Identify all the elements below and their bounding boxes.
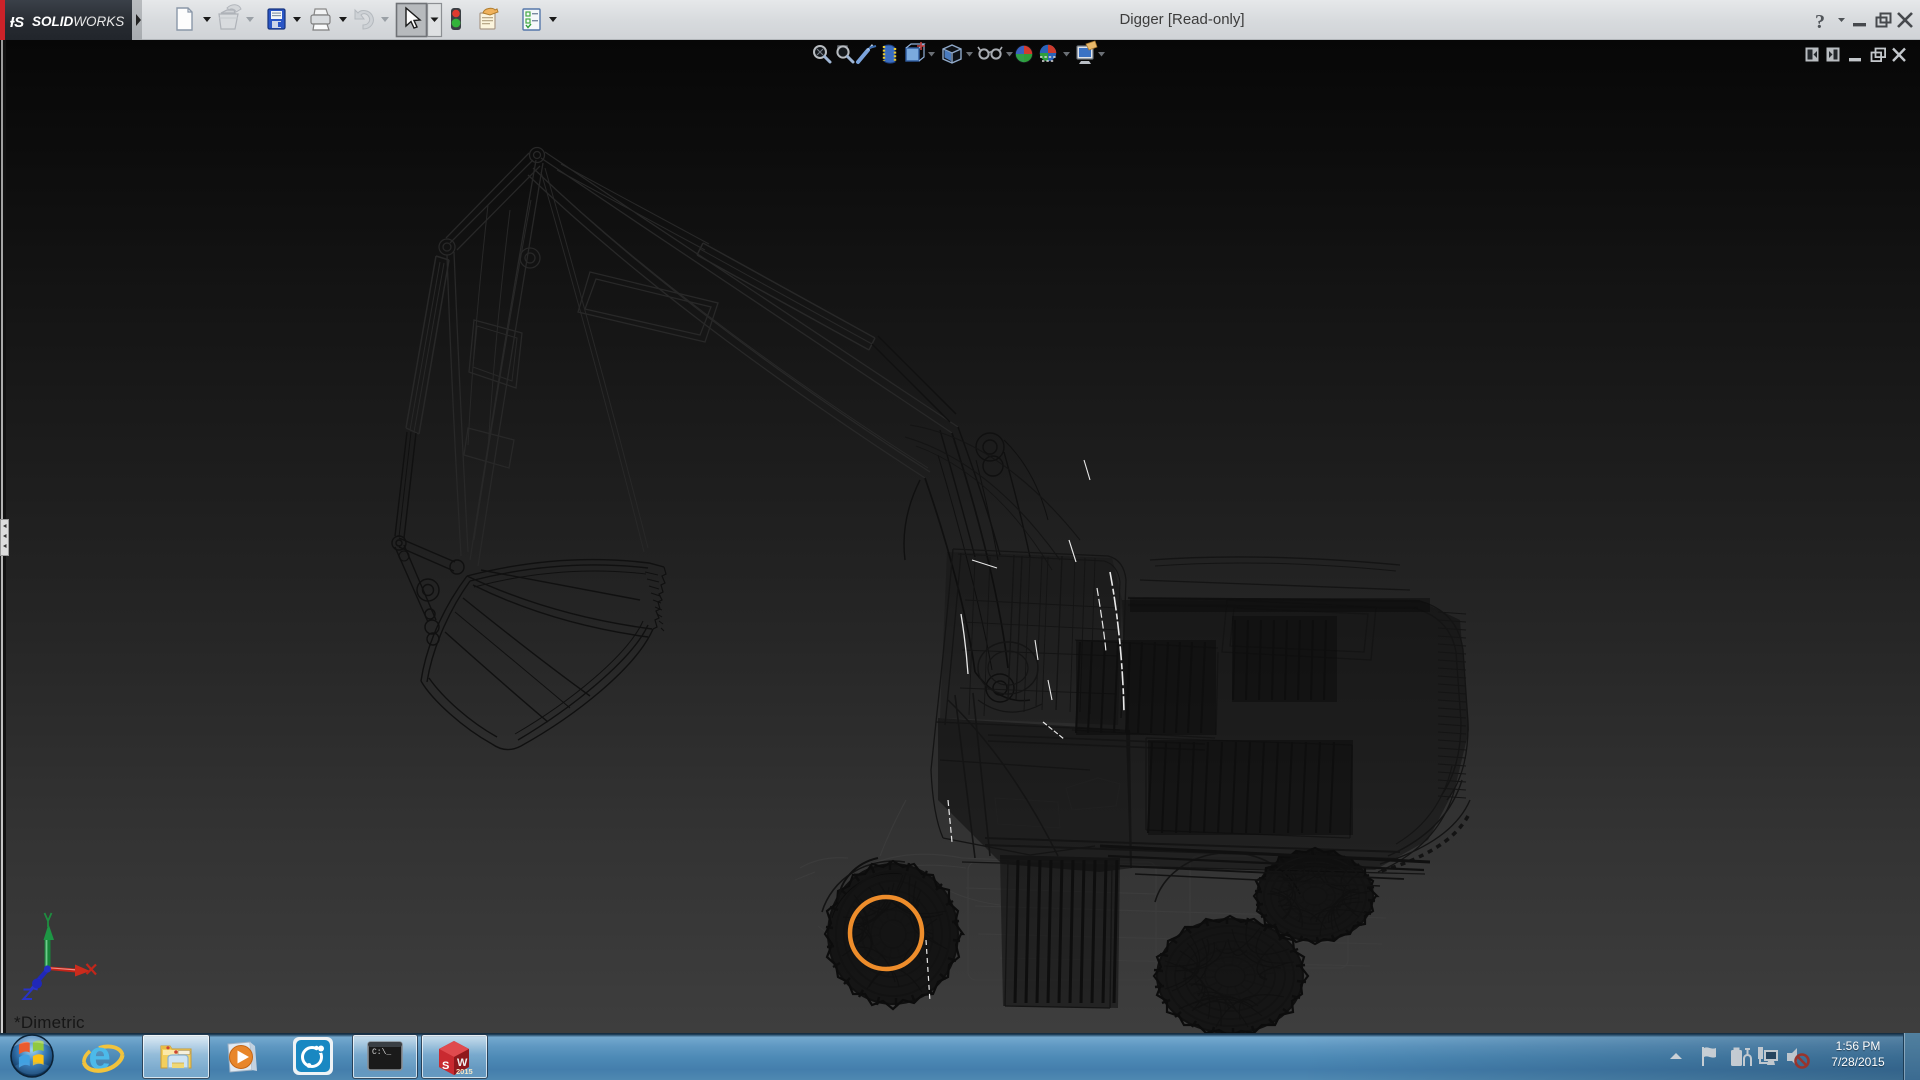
svg-text:C:\_: C:\_	[372, 1048, 391, 1057]
svg-text:S: S	[442, 1060, 449, 1072]
svg-text:2015: 2015	[456, 1067, 473, 1076]
